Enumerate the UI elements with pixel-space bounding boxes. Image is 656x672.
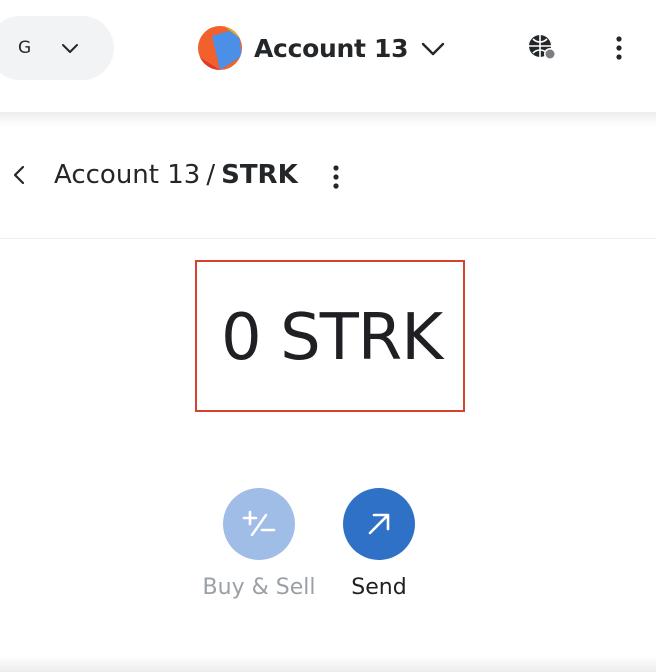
buy-sell-label: Buy & Sell [202, 575, 316, 600]
token-balance: 0 STRK [221, 301, 443, 375]
account-avatar [198, 26, 242, 70]
plus-minus-icon [242, 510, 276, 537]
breadcrumb-token: STRK [221, 160, 298, 190]
network-initial: G [18, 38, 32, 58]
breadcrumb-separator: / [206, 160, 216, 190]
breadcrumb-account: Account 13 [54, 160, 201, 190]
breadcrumb: Account 13/STRK [54, 158, 298, 192]
token-header: Account 13/STRK [0, 128, 656, 238]
send-button[interactable]: Send [319, 488, 439, 602]
buy-sell-button[interactable]: Buy & Sell [199, 488, 319, 602]
buy-sell-icon-circle [223, 488, 295, 560]
arrow-up-right-icon [368, 513, 390, 535]
network-picker[interactable]: G [0, 16, 114, 80]
header-divider [0, 112, 656, 128]
send-icon-circle [343, 488, 415, 560]
chevron-down-icon [422, 42, 445, 56]
app-header: G Account 13 [0, 0, 656, 112]
divider [0, 238, 656, 239]
chevron-down-icon [62, 44, 78, 53]
account-picker[interactable]: Account 13 [198, 24, 446, 72]
send-label: Send [351, 575, 407, 600]
globe-icon[interactable] [524, 30, 560, 66]
footer-divider [0, 656, 656, 672]
balance-highlight: 0 STRK [195, 260, 465, 412]
kebab-menu-icon[interactable] [604, 30, 634, 66]
chevron-left-icon[interactable] [6, 162, 32, 188]
account-name: Account 13 [254, 33, 409, 63]
kebab-menu-icon[interactable] [322, 162, 350, 192]
